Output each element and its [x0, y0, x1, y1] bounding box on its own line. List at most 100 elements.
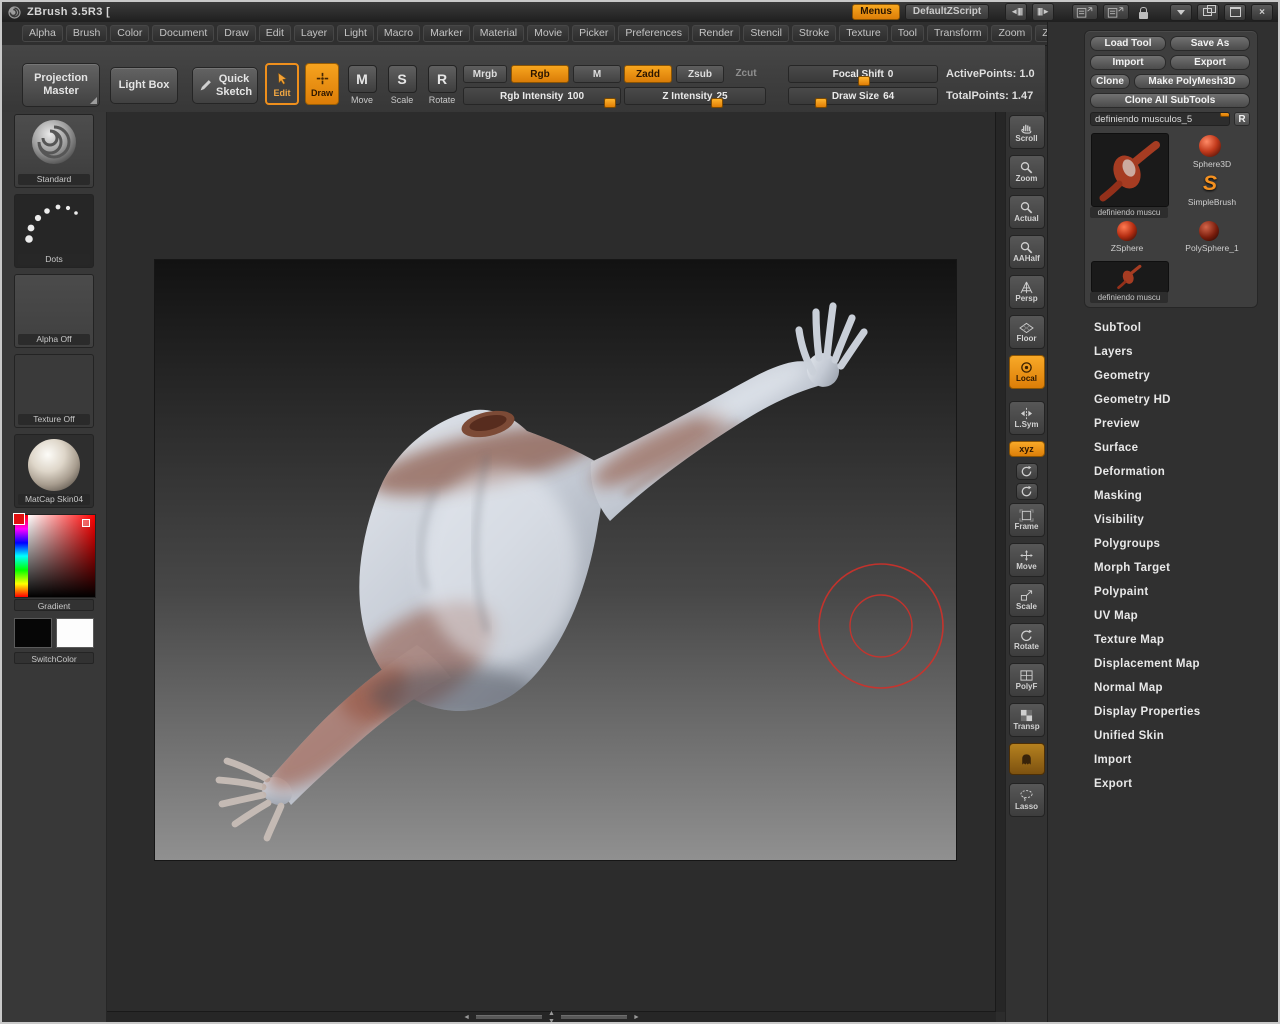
switch-color-button[interactable]: SwitchColor	[14, 652, 94, 664]
zadd-button[interactable]: Zadd	[624, 65, 672, 83]
aahalf-button[interactable]: AAHalf	[1009, 235, 1045, 269]
section-subtool[interactable]: SubTool	[1084, 316, 1280, 340]
scroll-down-icon[interactable]: ▼	[548, 1018, 555, 1024]
menu-marker[interactable]: Marker	[423, 25, 470, 42]
history-forward-button[interactable]: ||||►	[1032, 3, 1054, 21]
simplebrush-thumbnail[interactable]: S	[1199, 173, 1221, 195]
scale-mode-button[interactable]: S Scale	[382, 65, 422, 105]
clone-all-subtools-button[interactable]: Clone All SubTools	[1090, 93, 1250, 108]
section-display-properties[interactable]: Display Properties	[1084, 700, 1280, 724]
draw-size-slider[interactable]: Draw Size64	[788, 87, 938, 105]
section-normal-map[interactable]: Normal Map	[1084, 676, 1280, 700]
default-zscript-button[interactable]: DefaultZScript	[905, 4, 989, 20]
ghost-button[interactable]	[1009, 743, 1045, 775]
menu-picker[interactable]: Picker	[572, 25, 615, 42]
menu-draw[interactable]: Draw	[217, 25, 256, 42]
section-texture-map[interactable]: Texture Map	[1084, 628, 1280, 652]
spin-y-button[interactable]	[1016, 483, 1038, 500]
menu-stroke[interactable]: Stroke	[792, 25, 836, 42]
scroll-button[interactable]: Scroll	[1009, 115, 1045, 149]
brush-picker-standard[interactable]: Standard	[14, 114, 94, 188]
document-viewport[interactable]	[154, 259, 957, 861]
hue-bar[interactable]	[15, 515, 28, 597]
zsub-button[interactable]: Zsub	[676, 65, 724, 83]
move-mode-button[interactable]: M Move	[342, 65, 382, 105]
saturation-square[interactable]	[28, 515, 95, 597]
section-displacement-map[interactable]: Displacement Map	[1084, 652, 1280, 676]
section-import[interactable]: Import	[1084, 748, 1280, 772]
section-layers[interactable]: Layers	[1084, 340, 1280, 364]
maximize-button[interactable]	[1224, 4, 1246, 21]
zoom-button[interactable]: Zoom	[1009, 155, 1045, 189]
alpha-picker[interactable]: Alpha Off	[14, 274, 94, 348]
horizontal-scrollbar[interactable]: ◄ ▲▼ ►	[107, 1011, 996, 1022]
menu-render[interactable]: Render	[692, 25, 740, 42]
menu-document[interactable]: Document	[152, 25, 214, 42]
actual-button[interactable]: Actual	[1009, 195, 1045, 229]
section-preview[interactable]: Preview	[1084, 412, 1280, 436]
menu-brush[interactable]: Brush	[66, 25, 107, 42]
lock-icon[interactable]	[1134, 4, 1152, 21]
draw-size-handle[interactable]	[815, 98, 827, 108]
focal-shift-handle[interactable]	[858, 76, 870, 86]
menu-texture[interactable]: Texture	[839, 25, 887, 42]
section-uv-map[interactable]: UV Map	[1084, 604, 1280, 628]
move-3d-button[interactable]: Move	[1009, 543, 1045, 577]
active-tool-name[interactable]: definiendo musculos_5	[1090, 112, 1230, 126]
rgb-button[interactable]: Rgb	[511, 65, 569, 83]
mrgb-button[interactable]: Mrgb	[463, 65, 507, 83]
recent-tool-thumbnail[interactable]	[1091, 261, 1169, 293]
polysphere-thumbnail[interactable]	[1199, 221, 1219, 241]
z-intensity-slider[interactable]: Z Intensity25	[624, 87, 766, 105]
secondary-color-swatch[interactable]	[56, 618, 94, 648]
menu-preferences[interactable]: Preferences	[618, 25, 689, 42]
dock-left-icon[interactable]	[1072, 4, 1098, 20]
menu-zoom[interactable]: Zoom	[991, 25, 1032, 42]
restore-button[interactable]	[1197, 4, 1219, 21]
zcut-button[interactable]: Zcut	[728, 65, 764, 81]
menu-tool[interactable]: Tool	[891, 25, 924, 42]
vertical-scrollbar[interactable]	[995, 112, 1005, 1012]
rgb-intensity-handle[interactable]	[604, 98, 616, 108]
section-visibility[interactable]: Visibility	[1084, 508, 1280, 532]
rollup-button[interactable]	[1170, 4, 1192, 21]
spin-z-button[interactable]	[1016, 463, 1038, 480]
scroll-right-icon[interactable]: ►	[633, 1014, 640, 1021]
main-color-swatch[interactable]	[14, 618, 52, 648]
section-deformation[interactable]: Deformation	[1084, 460, 1280, 484]
active-tool-thumbnail[interactable]	[1091, 133, 1169, 207]
lasso-button[interactable]: Lasso	[1009, 783, 1045, 817]
section-unified-skin[interactable]: Unified Skin	[1084, 724, 1280, 748]
import-button[interactable]: Import	[1090, 55, 1166, 70]
rotate-mode-button[interactable]: R Rotate	[422, 65, 462, 105]
rotate-3d-button[interactable]: Rotate	[1009, 623, 1045, 657]
clone-button[interactable]: Clone	[1090, 74, 1130, 89]
menu-movie[interactable]: Movie	[527, 25, 569, 42]
draw-mode-button[interactable]: Draw	[305, 63, 339, 105]
menu-layer[interactable]: Layer	[294, 25, 334, 42]
menu-material[interactable]: Material	[473, 25, 524, 42]
frame-button[interactable]: Frame	[1009, 503, 1045, 537]
r-button[interactable]: R	[1234, 112, 1250, 126]
xyz-button[interactable]: xyz	[1009, 441, 1045, 457]
menu-macro[interactable]: Macro	[377, 25, 420, 42]
projection-master-button[interactable]: Projection Master	[22, 63, 100, 107]
export-button[interactable]: Export	[1170, 55, 1250, 70]
m-button[interactable]: M	[573, 65, 621, 83]
local-button[interactable]: Local	[1009, 355, 1045, 389]
menu-alpha[interactable]: Alpha	[22, 25, 63, 42]
light-box-button[interactable]: Light Box	[110, 67, 178, 104]
sphere3d-thumbnail[interactable]	[1199, 135, 1221, 157]
scroll-left-icon[interactable]: ◄	[463, 1014, 470, 1021]
menu-light[interactable]: Light	[337, 25, 374, 42]
section-polypaint[interactable]: Polypaint	[1084, 580, 1280, 604]
scroll-up-icon[interactable]: ▲	[548, 1010, 555, 1017]
make-polymesh3d-button[interactable]: Make PolyMesh3D	[1134, 74, 1250, 89]
quick-sketch-button[interactable]: Quick Sketch	[192, 67, 258, 104]
persp-button[interactable]: Persp	[1009, 275, 1045, 309]
canvas-area[interactable]: ◄ ▲▼ ►	[107, 112, 1005, 1022]
tool-slider-handle[interactable]	[1220, 112, 1230, 117]
scale-3d-button[interactable]: Scale	[1009, 583, 1045, 617]
focal-shift-slider[interactable]: Focal Shift0	[788, 65, 938, 83]
z-intensity-handle[interactable]	[711, 98, 723, 108]
